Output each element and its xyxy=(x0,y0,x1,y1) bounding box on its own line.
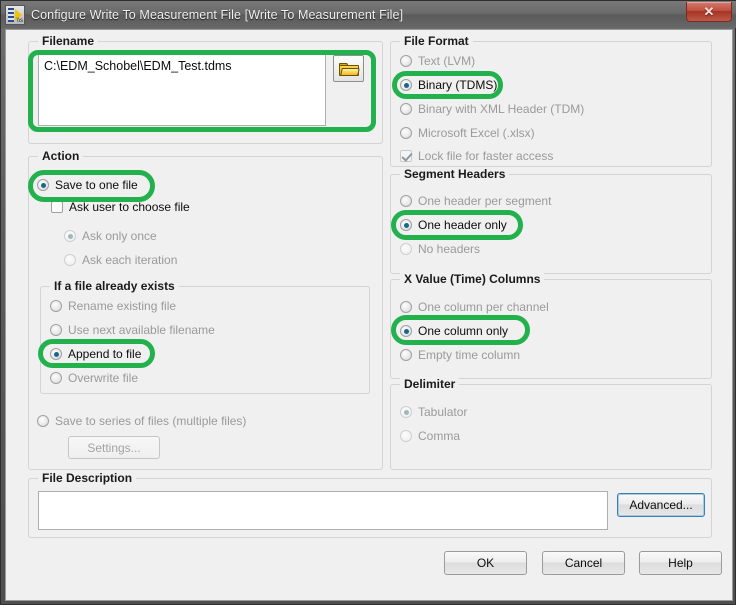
radio-use-next-available-filename[interactable]: Use next available filename xyxy=(50,323,215,337)
radio-ask-only-once[interactable]: Ask only once xyxy=(64,229,157,243)
browse-file-button[interactable] xyxy=(333,55,364,82)
radio-label: Save to one file xyxy=(55,178,138,192)
advanced-button[interactable]: Advanced... xyxy=(617,493,705,517)
radio-ask-each-iteration[interactable]: Ask each iteration xyxy=(64,253,177,267)
radio-label: Ask each iteration xyxy=(82,253,178,267)
radio-label: Rename existing file xyxy=(68,299,177,313)
radio-indicator xyxy=(400,301,412,313)
radio-indicator xyxy=(400,219,412,231)
delimiter-group-label: Delimiter xyxy=(400,377,460,391)
dialog-client-area: Filename C:\EDM_Schobel\EDM_Test.tdms Ac… xyxy=(5,29,733,601)
radio-one-column-per-channel[interactable]: One column per channel xyxy=(400,300,549,314)
radio-label: No headers xyxy=(418,242,481,256)
window-title: Configure Write To Measurement File [Wri… xyxy=(31,7,404,22)
title-bar[interactable]: \\s Configure Write To Measurement File … xyxy=(1,1,736,28)
dialog-window: \\s Configure Write To Measurement File … xyxy=(0,0,736,605)
radio-label: Append to file xyxy=(68,347,142,361)
file-description-textbox[interactable] xyxy=(38,491,608,530)
radio-label: Binary with XML Header (TDM) xyxy=(418,102,585,116)
radio-indicator xyxy=(400,55,412,67)
radio-label: One column only xyxy=(418,324,509,338)
segment-headers-group-label: Segment Headers xyxy=(400,167,510,181)
radio-indicator xyxy=(50,372,62,384)
checkbox-indicator xyxy=(51,201,63,213)
x-value-columns-group-label: X Value (Time) Columns xyxy=(400,272,545,286)
radio-one-header-only[interactable]: One header only xyxy=(400,218,507,232)
radio-save-to-one-file[interactable]: Save to one file xyxy=(37,178,138,192)
radio-label: Empty time column xyxy=(418,348,521,362)
radio-label: Use next available filename xyxy=(68,323,215,337)
checkbox-lock-file-for-faster-access[interactable]: Lock file for faster access xyxy=(400,149,553,163)
checkbox-ask-user-to-choose-file[interactable]: Ask user to choose file xyxy=(51,200,190,214)
radio-one-header-per-segment[interactable]: One header per segment xyxy=(400,194,551,208)
checkbox-indicator xyxy=(400,150,412,162)
radio-rename-existing-file[interactable]: Rename existing file xyxy=(50,299,176,313)
folder-open-icon xyxy=(339,63,360,76)
radio-indicator xyxy=(400,79,412,91)
radio-save-to-series-of-files[interactable]: Save to series of files (multiple files) xyxy=(37,414,246,428)
radio-indicator xyxy=(50,324,62,336)
radio-append-to-file[interactable]: Append to file xyxy=(50,347,141,361)
radio-indicator xyxy=(400,325,412,337)
radio-indicator xyxy=(400,127,412,139)
ok-button[interactable]: OK xyxy=(444,551,527,575)
radio-label: Microsoft Excel (.xlsx) xyxy=(418,126,535,140)
radio-indicator xyxy=(400,430,412,442)
settings-button[interactable]: Settings... xyxy=(68,436,160,459)
radio-indicator xyxy=(37,415,49,427)
file-exists-group-label: If a file already exists xyxy=(50,279,179,293)
radio-indicator xyxy=(400,243,412,255)
close-icon[interactable]: ✕ xyxy=(686,2,732,22)
radio-indicator xyxy=(400,349,412,361)
delimiter-group: Delimiter xyxy=(390,377,712,470)
file-description-group-label: File Description xyxy=(38,471,137,485)
file-format-group-label: File Format xyxy=(400,34,473,48)
radio-label: Comma xyxy=(418,429,461,443)
labview-vi-icon: \\s xyxy=(5,4,25,25)
radio-text-lvm[interactable]: Text (LVM) xyxy=(400,54,475,68)
radio-indicator xyxy=(400,103,412,115)
filename-group-label: Filename xyxy=(38,34,99,48)
radio-tabulator[interactable]: Tabulator xyxy=(400,405,467,419)
radio-indicator xyxy=(64,230,76,242)
radio-one-column-only[interactable]: One column only xyxy=(400,324,508,338)
checkbox-label: Ask user to choose file xyxy=(69,200,190,214)
radio-binary-with-xml-header-tdm[interactable]: Binary with XML Header (TDM) xyxy=(400,102,584,116)
radio-label: One header per segment xyxy=(418,194,552,208)
radio-indicator xyxy=(64,254,76,266)
radio-indicator xyxy=(50,348,62,360)
radio-empty-time-column[interactable]: Empty time column xyxy=(400,348,520,362)
radio-label: Text (LVM) xyxy=(418,54,476,68)
radio-overwrite-file[interactable]: Overwrite file xyxy=(50,371,138,385)
radio-microsoft-excel-xlsx[interactable]: Microsoft Excel (.xlsx) xyxy=(400,126,535,140)
checkbox-label: Lock file for faster access xyxy=(418,149,554,163)
radio-label: Ask only once xyxy=(82,229,157,243)
radio-indicator xyxy=(400,195,412,207)
radio-label: One column per channel xyxy=(418,300,549,314)
radio-binary-tdms[interactable]: Binary (TDMS) xyxy=(400,78,497,92)
radio-label: One header only xyxy=(418,218,507,232)
filename-textbox[interactable]: C:\EDM_Schobel\EDM_Test.tdms xyxy=(38,54,326,126)
help-button[interactable]: Help xyxy=(639,551,722,575)
radio-label: Save to series of files (multiple files) xyxy=(55,414,247,428)
radio-indicator xyxy=(37,179,49,191)
radio-no-headers[interactable]: No headers xyxy=(400,242,480,256)
radio-indicator xyxy=(50,300,62,312)
action-group-label: Action xyxy=(38,149,84,163)
radio-label: Binary (TDMS) xyxy=(418,78,498,92)
cancel-button[interactable]: Cancel xyxy=(542,551,625,575)
radio-label: Tabulator xyxy=(418,405,468,419)
radio-label: Overwrite file xyxy=(68,371,139,385)
radio-comma[interactable]: Comma xyxy=(400,429,460,443)
radio-indicator xyxy=(400,406,412,418)
